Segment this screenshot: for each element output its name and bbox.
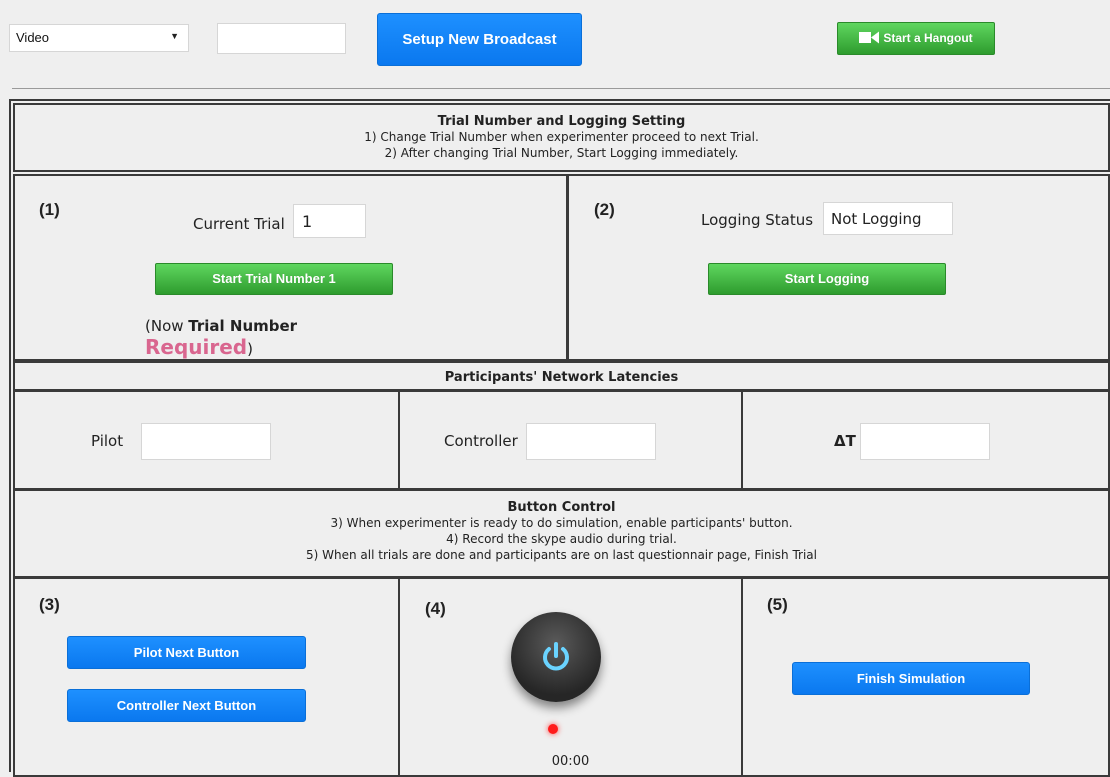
current-trial-value: 1 [302, 212, 313, 231]
start-logging-label: Start Logging [784, 271, 870, 286]
trial-instruction-1: 1) Change Trial Number when experimenter… [364, 130, 759, 144]
source-select[interactable]: Video ▼ [9, 24, 189, 52]
trial-section-header: Trial Number and Logging Setting 1) Chan… [13, 103, 1110, 172]
logging-cell-index: (2) [594, 200, 615, 219]
logging-status-value: Not Logging [831, 210, 922, 228]
trial-status-text: (Now Trial Number Required) [145, 317, 405, 359]
finish-simulation-label: Finish Simulation [856, 671, 966, 686]
setup-new-broadcast-label: Setup New Broadcast [402, 31, 557, 48]
trial-instruction-2: 2) After changing Trial Number, Start Lo… [384, 146, 739, 160]
video-camera-icon [859, 31, 880, 44]
latency-section-title: Participants' Network Latencies [444, 370, 679, 385]
controller-next-label: Controller Next Button [116, 698, 257, 713]
start-hangout-label: Start a Hangout [883, 31, 973, 45]
button-instruction-5: 5) When all trials are done and particip… [306, 548, 817, 562]
current-trial-input[interactable]: 1 [293, 204, 366, 238]
trial-status-prefix: (Now [145, 317, 189, 335]
button-instruction-4: 4) Record the skype audio during trial. [446, 532, 677, 546]
trial-status-bold: Trial Number [188, 317, 298, 335]
logging-status-label: Logging Status [701, 211, 814, 229]
logging-cell: (2) Logging Status Not Logging Start Log… [567, 174, 1110, 361]
trial-status-suffix: ) [247, 340, 253, 358]
start-hangout-button[interactable]: Start a Hangout [837, 22, 995, 55]
trial-cell-index: (1) [39, 200, 60, 219]
start-trial-label: Start Trial Number 1 [212, 271, 336, 286]
participant-buttons-index: (3) [39, 595, 60, 614]
toolbar-text-input[interactable] [217, 23, 346, 54]
logging-status-field[interactable]: Not Logging [823, 202, 953, 235]
controller-latency-label: Controller [444, 432, 518, 450]
record-indicator-dot [548, 724, 558, 734]
recording-cell: (4) 00:00 [398, 577, 743, 777]
current-trial-label: Current Trial [193, 215, 285, 233]
controller-latency-cell: Controller [398, 390, 743, 490]
finish-simulation-button[interactable]: Finish Simulation [792, 662, 1030, 695]
controller-next-button[interactable]: Controller Next Button [67, 689, 306, 722]
delta-latency-input[interactable] [860, 423, 990, 460]
recording-index: (4) [425, 599, 446, 618]
button-instruction-3: 3) When experimenter is ready to do simu… [330, 516, 793, 530]
controller-latency-input[interactable] [526, 423, 656, 460]
trial-status-required: Required [145, 335, 248, 359]
toolbar-divider [12, 88, 1110, 89]
start-trial-button[interactable]: Start Trial Number 1 [155, 263, 393, 295]
pilot-latency-cell: Pilot [13, 390, 400, 490]
start-logging-button[interactable]: Start Logging [708, 263, 946, 295]
finish-index: (5) [767, 595, 788, 614]
source-select-value: Video [16, 30, 50, 45]
chevron-down-icon: ▼ [170, 31, 179, 41]
pilot-next-button[interactable]: Pilot Next Button [67, 636, 306, 669]
setup-new-broadcast-button[interactable]: Setup New Broadcast [377, 13, 582, 66]
recording-timer: 00:00 [551, 754, 590, 769]
pilot-next-label: Pilot Next Button [133, 645, 240, 660]
delta-latency-cell: ΔT [741, 390, 1110, 490]
participant-buttons-cell: (3) Pilot Next Button Controller Next Bu… [13, 577, 400, 777]
delta-latency-label: ΔT [834, 432, 856, 450]
trial-section-title: Trial Number and Logging Setting [437, 114, 686, 129]
pilot-latency-input[interactable] [141, 423, 271, 460]
finish-cell: (5) Finish Simulation [741, 577, 1110, 777]
pilot-latency-label: Pilot [91, 432, 124, 450]
button-section-header: Button Control 3) When experimenter is r… [13, 489, 1110, 578]
trial-cell: (1) Current Trial 1 Start Trial Number 1… [13, 174, 568, 361]
latency-section-header: Participants' Network Latencies [13, 361, 1110, 391]
button-section-title: Button Control [507, 500, 616, 515]
record-power-button[interactable] [511, 612, 601, 702]
power-icon [543, 642, 569, 671]
